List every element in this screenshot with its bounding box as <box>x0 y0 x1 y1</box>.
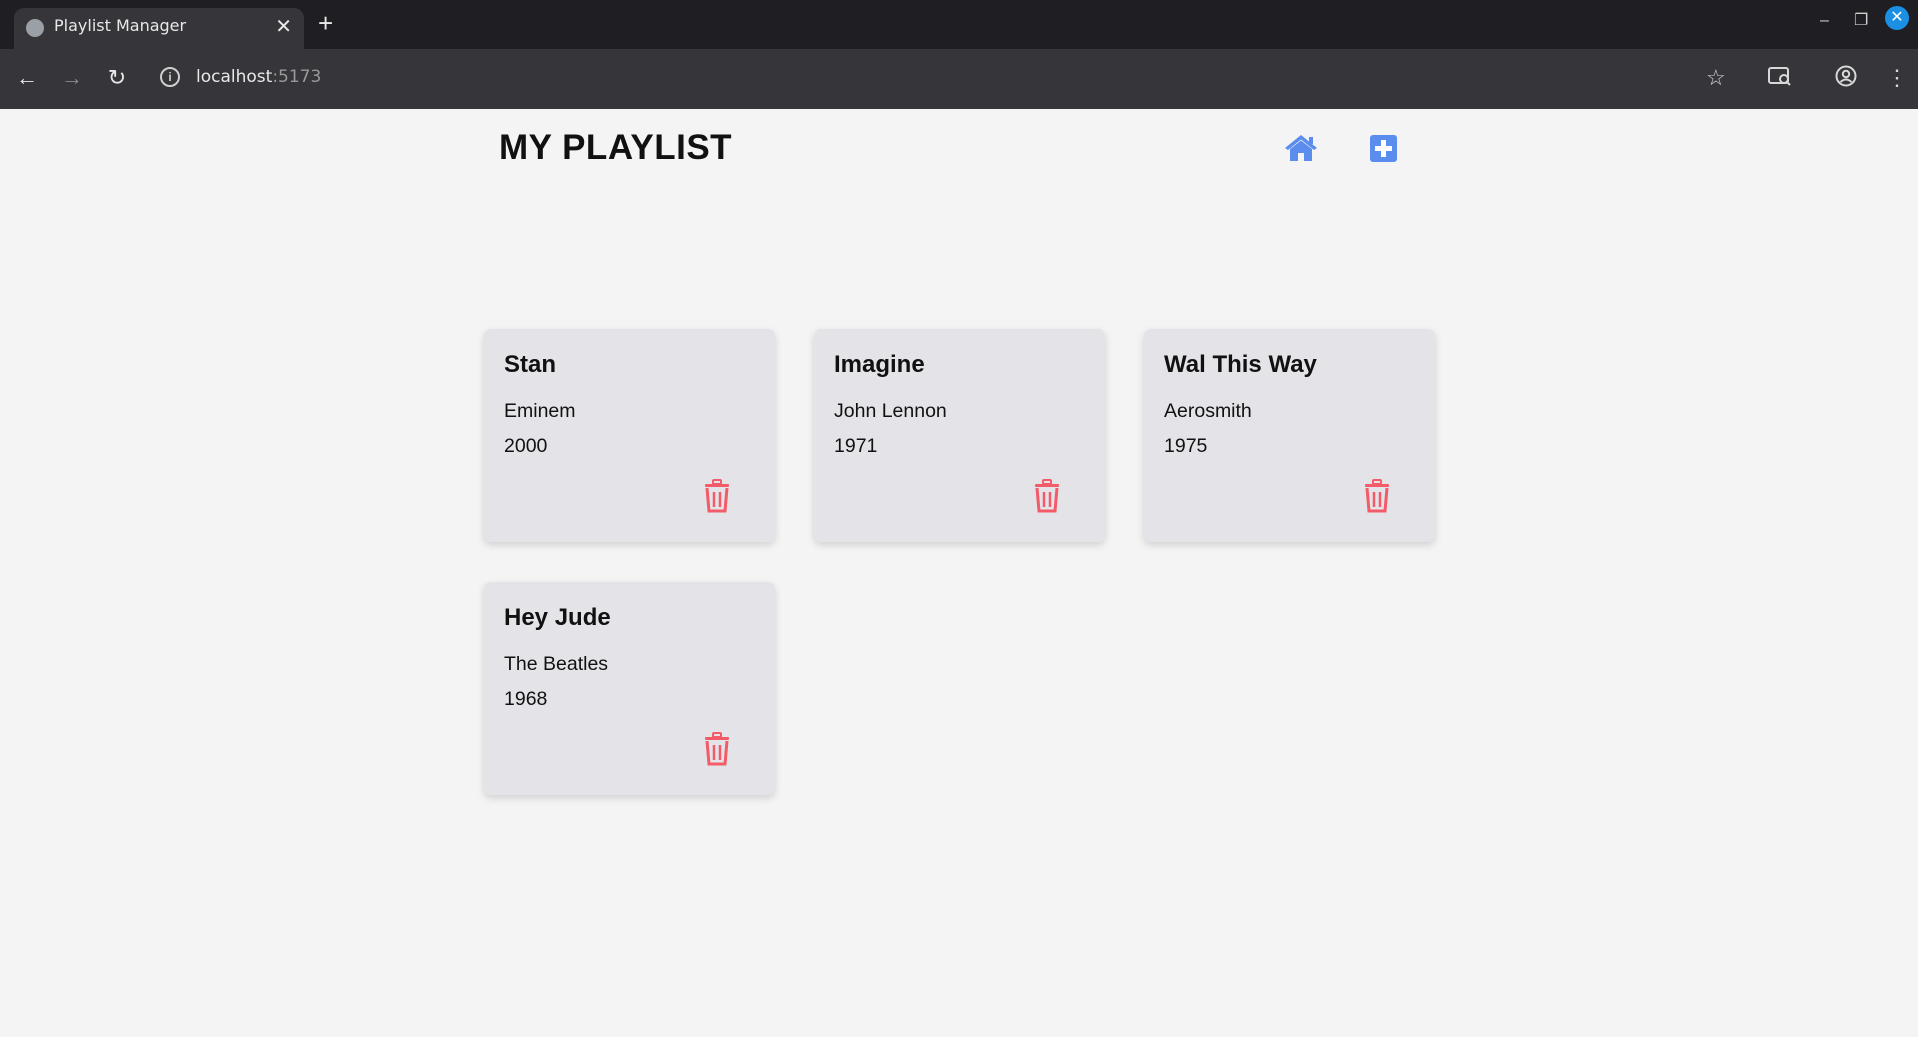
tab-title: Playlist Manager <box>54 16 187 35</box>
page-title: MY PLAYLIST <box>499 128 733 167</box>
song-artist: John Lennon <box>834 400 947 422</box>
new-tab-button[interactable]: + <box>318 8 333 39</box>
browser-tab[interactable]: Playlist Manager ✕ <box>14 8 304 49</box>
site-info-icon[interactable]: i <box>160 67 180 87</box>
forward-icon[interactable]: → <box>57 63 87 93</box>
song-title: Hey Jude <box>504 604 611 631</box>
trash-icon[interactable] <box>1032 479 1062 513</box>
trash-icon[interactable] <box>702 732 732 766</box>
song-title: Stan <box>504 351 557 378</box>
minimize-icon[interactable]: – <box>1820 12 1829 30</box>
song-year: 1971 <box>834 435 878 457</box>
song-title: Wal This Way <box>1164 351 1317 378</box>
song-year: 2000 <box>504 435 548 457</box>
profile-icon[interactable] <box>1835 65 1857 93</box>
add-song-button[interactable] <box>1370 135 1397 162</box>
browser-toolbar: ← → ↻ i localhost:5173 ☆ ⋮ <box>0 49 1918 109</box>
trash-icon[interactable] <box>702 479 732 513</box>
url-port: :5173 <box>272 67 322 87</box>
address-bar[interactable]: localhost:5173 <box>196 67 321 87</box>
browser-menu-icon[interactable]: ⋮ <box>1886 65 1908 91</box>
close-tab-icon[interactable]: ✕ <box>275 14 292 39</box>
song-card: Wal This Way Aerosmith 1975 <box>1144 329 1435 542</box>
bookmark-star-icon[interactable]: ☆ <box>1706 65 1726 91</box>
globe-icon <box>26 19 44 37</box>
song-card: Imagine John Lennon 1971 <box>814 329 1105 542</box>
trash-icon[interactable] <box>1362 479 1392 513</box>
song-title: Imagine <box>834 351 925 378</box>
url-host: localhost <box>196 67 273 87</box>
song-artist: The Beatles <box>504 653 609 675</box>
close-window-icon[interactable]: ✕ <box>1885 6 1909 30</box>
song-year: 1968 <box>504 688 548 710</box>
browser-tabbar: Playlist Manager ✕ + – ❐ ✕ <box>0 0 1918 49</box>
song-artist: Aerosmith <box>1164 400 1252 422</box>
restore-icon[interactable]: ❐ <box>1854 10 1868 30</box>
back-icon[interactable]: ← <box>12 63 42 93</box>
home-icon[interactable] <box>1284 133 1318 163</box>
song-year: 1975 <box>1164 435 1208 457</box>
reload-icon[interactable]: ↻ <box>102 63 132 93</box>
tab-search-icon[interactable] <box>1768 65 1792 93</box>
song-card: Stan Eminem 2000 <box>484 329 775 542</box>
song-card: Hey Jude The Beatles 1968 <box>484 582 775 795</box>
song-artist: Eminem <box>504 400 576 422</box>
